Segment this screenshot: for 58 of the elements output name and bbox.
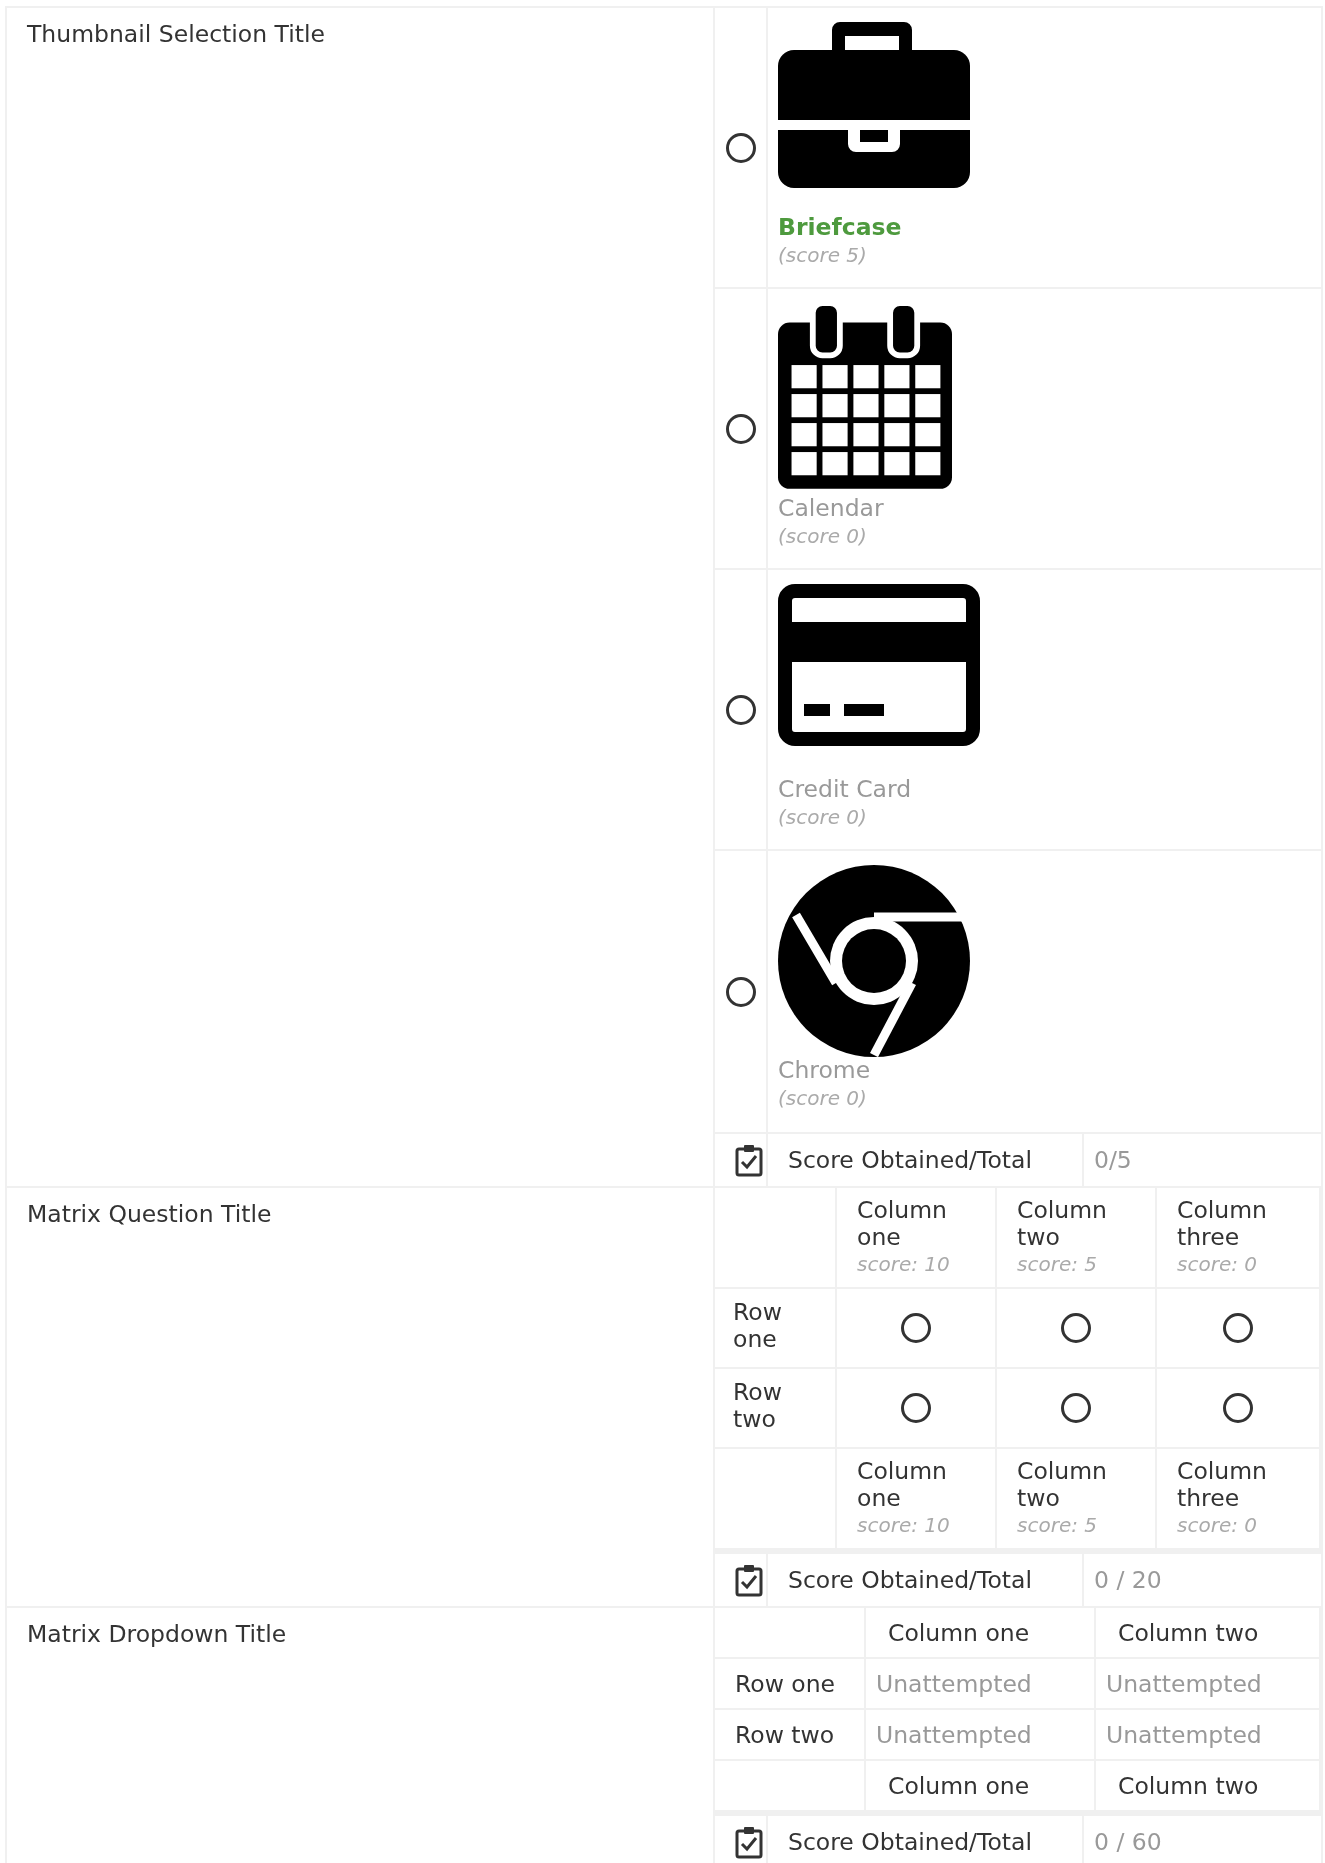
column-score: score: 10 <box>857 1251 951 1278</box>
option-score: (score 0) <box>778 524 867 548</box>
radio-button[interactable] <box>901 1313 931 1343</box>
column-header: Column one <box>857 1197 948 1251</box>
row-label: Row two <box>733 1379 783 1433</box>
column-score: score: 5 <box>1017 1251 1098 1278</box>
radio-button[interactable] <box>1061 1393 1091 1423</box>
option-label: Chrome <box>778 1056 871 1084</box>
column-score: score: 0 <box>1177 1512 1258 1539</box>
score-label: Score Obtained/Total <box>788 1566 1032 1594</box>
question-title: Thumbnail Selection Title <box>27 20 325 48</box>
column-header: Column two <box>1017 1197 1108 1251</box>
score-value: 0/5 <box>1094 1146 1132 1174</box>
column-score: score: 0 <box>1177 1251 1258 1278</box>
row-label: Row one <box>733 1299 783 1353</box>
column-header: Column one <box>888 1771 1030 1800</box>
score-label: Score Obtained/Total <box>788 1828 1032 1856</box>
radio-button[interactable] <box>725 132 756 163</box>
option-score: (score 0) <box>778 805 867 829</box>
radio-button[interactable] <box>1223 1393 1253 1423</box>
option-score: (score 5) <box>778 243 867 267</box>
calendar-icon <box>778 303 952 489</box>
clipboard-check-icon <box>735 1563 763 1597</box>
column-header: Column one <box>857 1458 948 1512</box>
chrome-logo-icon <box>778 865 970 1057</box>
radio-button[interactable] <box>725 694 756 725</box>
column-header: Column two <box>1017 1458 1108 1512</box>
score-value: 0 / 20 <box>1094 1566 1162 1594</box>
option-label: Briefcase <box>778 213 902 241</box>
column-header: Column three <box>1177 1197 1268 1251</box>
credit-card-icon <box>778 584 980 746</box>
radio-button[interactable] <box>725 413 756 444</box>
question-title: Matrix Question Title <box>27 1200 272 1228</box>
answer-status: Unattempted <box>876 1720 1032 1749</box>
radio-button[interactable] <box>725 976 756 1007</box>
briefcase-icon <box>778 22 970 188</box>
column-header: Column one <box>888 1618 1030 1647</box>
answer-status: Unattempted <box>1106 1720 1262 1749</box>
option-label: Credit Card <box>778 775 912 803</box>
column-header: Column two <box>1118 1618 1259 1647</box>
row-label: Row two <box>735 1720 835 1749</box>
answer-status: Unattempted <box>876 1669 1032 1698</box>
score-label: Score Obtained/Total <box>788 1146 1032 1174</box>
clipboard-check-icon <box>735 1143 763 1177</box>
radio-button[interactable] <box>1223 1313 1253 1343</box>
column-header: Column three <box>1177 1458 1268 1512</box>
clipboard-check-icon <box>735 1825 763 1859</box>
score-value: 0 / 60 <box>1094 1828 1162 1856</box>
column-score: score: 5 <box>1017 1512 1098 1539</box>
radio-button[interactable] <box>1061 1313 1091 1343</box>
column-score: score: 10 <box>857 1512 951 1539</box>
row-label: Row one <box>735 1669 836 1698</box>
answer-status: Unattempted <box>1106 1669 1262 1698</box>
option-label: Calendar <box>778 494 884 522</box>
option-score: (score 0) <box>778 1086 867 1110</box>
column-header: Column two <box>1118 1771 1259 1800</box>
question-title: Matrix Dropdown Title <box>27 1620 287 1648</box>
radio-button[interactable] <box>901 1393 931 1423</box>
